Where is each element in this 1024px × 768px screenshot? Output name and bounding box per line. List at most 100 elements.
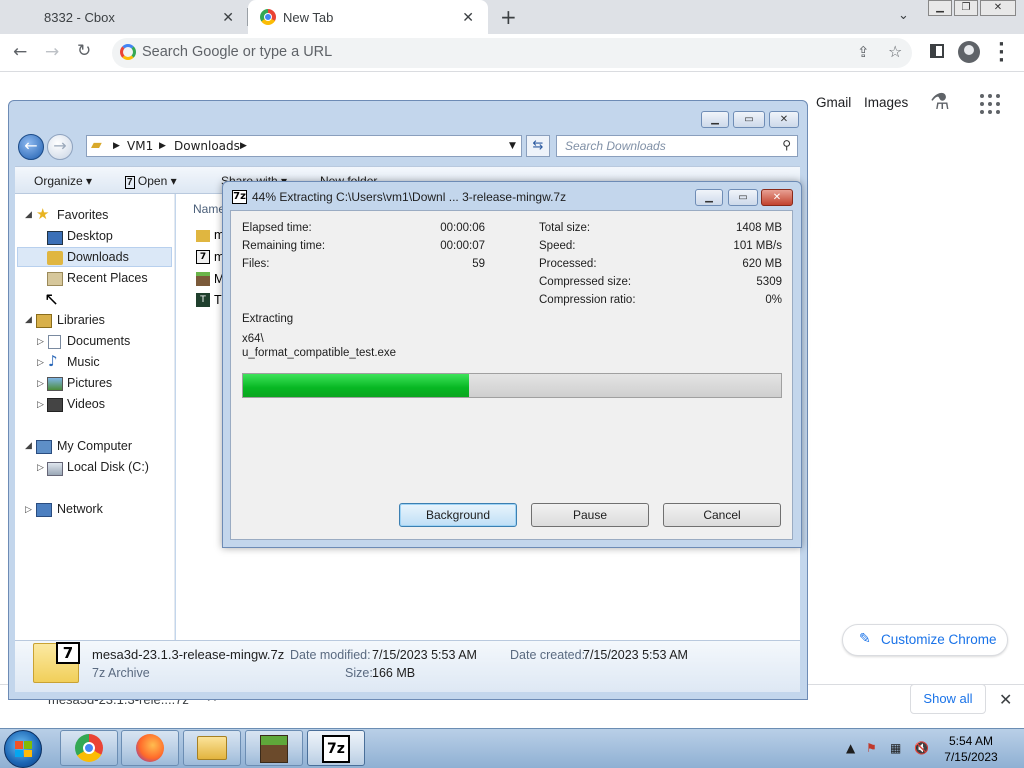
labs-flask-icon[interactable]: ⚗ [930, 90, 950, 115]
google-apps-icon[interactable] [980, 94, 1000, 114]
close-tab-icon[interactable]: ✕ [222, 9, 234, 26]
expand-arrow-icon[interactable]: ◢ [25, 441, 32, 451]
files-label: Files: [242, 258, 270, 270]
forward-arrow-icon[interactable]: → [45, 42, 59, 62]
restore-icon[interactable]: ❐ [954, 0, 978, 16]
expand-arrow-icon[interactable]: ▷ [37, 400, 44, 410]
taskbar-minecraft[interactable] [245, 730, 303, 766]
dialog-maximize-icon[interactable]: ▭ [728, 189, 758, 206]
address-dropdown-icon[interactable]: ▼ [509, 141, 516, 151]
explorer-close-icon[interactable]: ✕ [769, 111, 799, 128]
show-hidden-icons-icon[interactable]: ▲ [846, 741, 855, 755]
nav-favorites[interactable]: Favorites [57, 208, 108, 222]
omnibox-placeholder: Search Google or type a URL [142, 44, 333, 60]
nav-desktop[interactable]: Desktop [67, 229, 113, 243]
minecraft-icon [260, 735, 288, 763]
documents-icon [48, 335, 61, 349]
processed-label: Processed: [539, 258, 597, 270]
nav-pictures[interactable]: Pictures [67, 376, 112, 390]
expand-arrow-icon[interactable]: ▷ [25, 505, 32, 515]
profile-avatar-icon[interactable] [958, 41, 980, 63]
breadcrumb-chevron-icon[interactable]: ▶ [113, 141, 120, 151]
local-disk-icon [47, 462, 63, 476]
minimize-icon[interactable]: ▁ [928, 0, 952, 16]
tab-cbox[interactable]: 8332 - Cbox ✕ [0, 0, 248, 34]
customize-chrome-button[interactable]: ✎ Customize Chrome [842, 624, 1008, 656]
breadcrumb-chevron-icon[interactable]: ▶ [159, 141, 166, 151]
close-download-shelf-icon[interactable]: ✕ [999, 690, 1012, 709]
expand-arrow-icon[interactable]: ▷ [37, 337, 44, 347]
chrome-menu-icon[interactable]: · · · [998, 36, 1005, 70]
new-tab-plus-icon[interactable]: + [500, 5, 517, 29]
total-size-label: Total size: [539, 222, 591, 234]
compression-ratio-value: 0% [765, 294, 782, 306]
expand-arrow-icon[interactable]: ▷ [37, 379, 44, 389]
volume-muted-icon[interactable]: 🔇 [914, 741, 929, 755]
open-menu[interactable]: 7 Open ▾ [125, 174, 177, 189]
cancel-button[interactable]: Cancel [663, 503, 781, 527]
explorer-address-bar[interactable]: ▰ ▶ VM1 ▶ Downloads ▶ ▼ [86, 135, 522, 157]
date-modified-value: 7/15/2023 5:53 AM [372, 648, 477, 662]
refresh-icon[interactable]: ⇆ [526, 135, 550, 157]
explorer-minimize-icon[interactable]: ▁ [701, 111, 729, 128]
back-arrow-icon[interactable]: ← [13, 42, 27, 62]
recent-places-icon [47, 272, 63, 286]
network-tray-icon[interactable]: ▦ [890, 741, 901, 755]
nav-network[interactable]: Network [57, 502, 103, 516]
downloads-folder-icon [47, 251, 63, 265]
organize-menu[interactable]: Organize ▾ [34, 174, 92, 188]
reload-icon[interactable]: ↻ [77, 41, 91, 61]
nav-libraries[interactable]: Libraries [57, 313, 105, 327]
dialog-minimize-icon[interactable]: ▁ [695, 189, 723, 206]
bookmark-star-icon[interactable]: ☆ [888, 42, 902, 61]
side-panel-icon[interactable] [930, 44, 944, 58]
clock[interactable]: 5:54 AM 7/15/2023 [930, 733, 1012, 765]
nav-downloads[interactable]: Downloads [67, 250, 129, 264]
taskbar-7zip[interactable]: 7z [307, 730, 365, 766]
action-center-icon[interactable]: ⚑ [866, 741, 877, 755]
close-tab-icon[interactable]: ✕ [462, 9, 474, 26]
expand-arrow-icon[interactable]: ▷ [37, 358, 44, 368]
expand-arrow-icon[interactable]: ◢ [25, 315, 32, 325]
expand-arrow-icon[interactable]: ◢ [25, 210, 32, 220]
column-header-name[interactable]: Name [193, 202, 225, 216]
share-icon[interactable]: ⇪ [857, 43, 870, 61]
total-size-value: 1408 MB [735, 222, 782, 234]
tab-search-chevron-icon[interactable]: ⌄ [898, 8, 909, 23]
nav-music[interactable]: Music [67, 355, 100, 369]
dialog-close-icon[interactable]: ✕ [761, 189, 793, 206]
nav-recent-places[interactable]: Recent Places [67, 271, 148, 285]
nav-documents[interactable]: Documents [67, 334, 130, 348]
close-window-icon[interactable]: ✕ [980, 0, 1016, 16]
chrome-icon [75, 734, 103, 762]
omnibox[interactable]: Search Google or type a URL ⇪ ☆ [112, 38, 912, 68]
expand-arrow-icon[interactable]: ▷ [37, 463, 44, 473]
explorer-maximize-icon[interactable]: ▭ [733, 111, 765, 128]
images-link[interactable]: Images [864, 95, 908, 110]
taskbar-firefox[interactable] [121, 730, 179, 766]
date-created-value: 7/15/2023 5:53 AM [583, 648, 688, 662]
nav-my-computer[interactable]: My Computer [57, 439, 132, 453]
nav-local-disk[interactable]: Local Disk (C:) [67, 460, 149, 474]
gmail-link[interactable]: Gmail [816, 95, 851, 110]
breadcrumb-vm1[interactable]: VM1 [127, 139, 153, 153]
nav-videos[interactable]: Videos [67, 397, 105, 411]
start-button[interactable] [4, 730, 42, 768]
google-icon [120, 44, 136, 60]
file-row[interactable]: T [214, 293, 222, 307]
app-icon: T [196, 293, 210, 307]
explorer-search-input[interactable]: Search Downloads ⚲ [556, 135, 798, 157]
explorer-forward-icon[interactable]: → [47, 134, 73, 160]
customize-chrome-label: Customize Chrome [881, 632, 997, 647]
network-icon [36, 503, 52, 517]
tab-new-tab[interactable]: New Tab ✕ [248, 0, 488, 34]
breadcrumb-downloads[interactable]: Downloads [174, 139, 240, 153]
breadcrumb-chevron-icon[interactable]: ▶ [240, 141, 247, 151]
show-all-downloads-button[interactable]: Show all [910, 684, 986, 714]
pause-button[interactable]: Pause [531, 503, 649, 527]
taskbar-explorer[interactable] [183, 730, 241, 766]
background-button[interactable]: Background [399, 503, 517, 527]
videos-icon [47, 398, 63, 412]
explorer-back-icon[interactable]: ← [18, 134, 44, 160]
taskbar-chrome[interactable] [60, 730, 118, 766]
